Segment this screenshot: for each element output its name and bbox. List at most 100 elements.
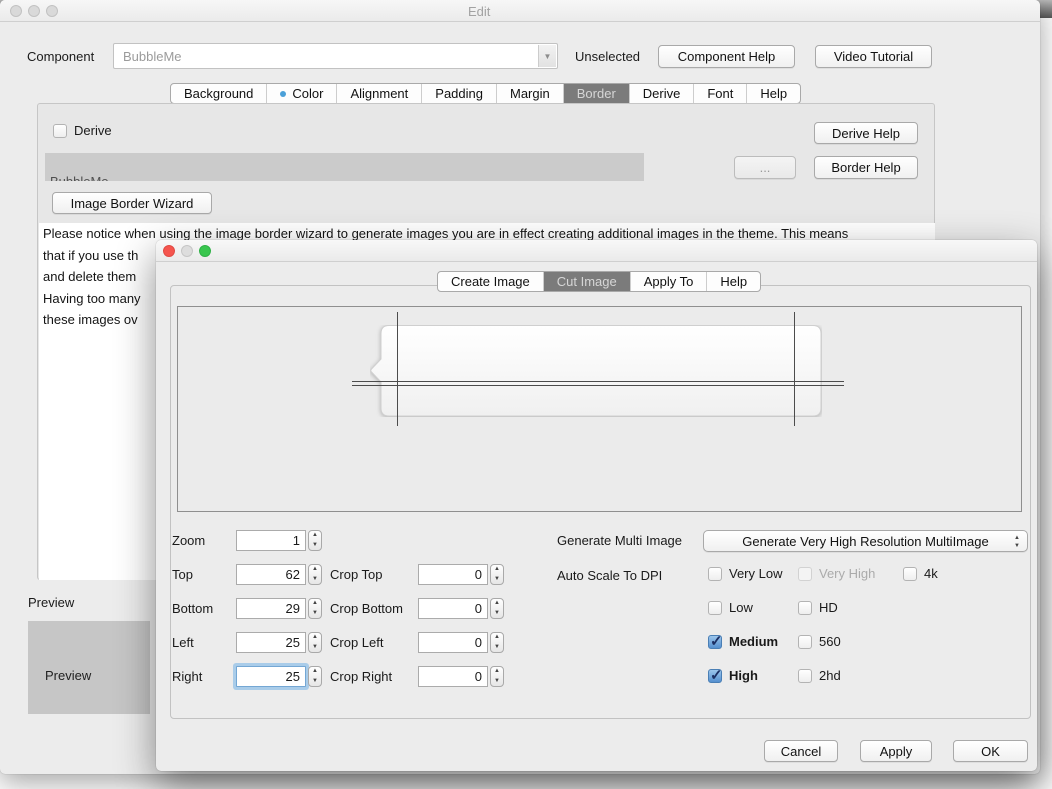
checkbox-icon [798, 601, 812, 615]
chevron-down-icon[interactable]: ▼ [538, 45, 556, 67]
window-title: Edit [468, 4, 490, 19]
close-icon[interactable] [10, 5, 22, 17]
dpi-checkbox-medium[interactable]: Medium [708, 634, 778, 649]
close-icon[interactable] [163, 245, 175, 257]
component-help-button[interactable]: Component Help [658, 45, 795, 68]
component-value: BubbleMe [123, 49, 182, 64]
auto-scale-to-dpi-label: Auto Scale To DPI [557, 568, 662, 583]
tab-cut-image[interactable]: Cut Image [543, 272, 630, 291]
zoom-stepper[interactable]: ▲▼ [308, 530, 322, 551]
tab-apply-to[interactable]: Apply To [630, 272, 707, 291]
crop-left-stepper[interactable]: ▲▼ [490, 632, 504, 653]
image-border-wizard-button[interactable]: Image Border Wizard [52, 192, 212, 214]
checkbox-icon [708, 567, 722, 581]
border-help-button[interactable]: Border Help [814, 156, 918, 179]
tab-derive[interactable]: Derive [629, 84, 694, 103]
left-input[interactable]: 25 [236, 632, 306, 653]
crop-top-input[interactable]: 0 [418, 564, 488, 585]
checkbox-icon [53, 124, 67, 138]
video-tutorial-button[interactable]: Video Tutorial [815, 45, 932, 68]
tab-help[interactable]: Help [706, 272, 760, 291]
generate-multi-image-select[interactable]: Generate Very High Resolution MultiImage… [703, 530, 1028, 552]
tab-create-image[interactable]: Create Image [438, 272, 543, 291]
preview-label: Preview [28, 595, 74, 610]
dpi-checkbox-very-high: Very High [798, 566, 875, 581]
crop-top-stepper[interactable]: ▲▼ [490, 564, 504, 585]
speech-bubble-image [370, 325, 822, 417]
checkbox-icon [708, 601, 722, 615]
dpi-checkbox-high[interactable]: High [708, 668, 758, 683]
checkbox-checked-icon [708, 669, 722, 683]
crop-guide-bottom[interactable] [352, 385, 844, 386]
component-preview: Preview [28, 621, 150, 714]
dpi-checkbox-4k[interactable]: 4k [903, 566, 938, 581]
cancel-button[interactable]: Cancel [764, 740, 838, 762]
border-image-field-text: BubbleMe [50, 174, 109, 181]
derive-checkbox[interactable]: Derive [53, 123, 112, 138]
left-label: Left [172, 635, 194, 650]
color-dot-icon [280, 91, 286, 97]
crop-bottom-label: Crop Bottom [330, 601, 403, 616]
tab-margin[interactable]: Margin [496, 84, 563, 103]
top-label: Top [172, 567, 193, 582]
crop-bottom-stepper[interactable]: ▲▼ [490, 598, 504, 619]
crop-top-label: Crop Top [330, 567, 383, 582]
checkbox-icon [798, 635, 812, 649]
tab-font[interactable]: Font [693, 84, 746, 103]
zoom-icon[interactable] [46, 5, 58, 17]
dpi-checkbox-low[interactable]: Low [708, 600, 753, 615]
unselected-status: Unselected [575, 49, 640, 64]
border-image-field[interactable]: BubbleMe [45, 153, 644, 181]
tab-color[interactable]: Color [266, 84, 336, 103]
dpi-checkbox-560[interactable]: 560 [798, 634, 841, 649]
zoom-label: Zoom [172, 533, 205, 548]
bottom-label: Bottom [172, 601, 213, 616]
derive-help-button[interactable]: Derive Help [814, 122, 918, 144]
crop-bottom-input[interactable]: 0 [418, 598, 488, 619]
zoom-input[interactable]: 1 [236, 530, 306, 551]
dpi-checkbox-very-low[interactable]: Very Low [708, 566, 782, 581]
left-stepper[interactable]: ▲▼ [308, 632, 322, 653]
right-input[interactable]: 25 [236, 666, 306, 687]
minimize-icon[interactable] [28, 5, 40, 17]
checkbox-icon [798, 669, 812, 683]
right-label: Right [172, 669, 202, 684]
checkbox-icon [903, 567, 917, 581]
popup-arrows-icon: ▲▼ [1014, 534, 1020, 550]
wizard-tabbar: Create Image Cut Image Apply To Help [437, 271, 761, 292]
dpi-checkbox-2hd[interactable]: 2hd [798, 668, 841, 683]
bottom-stepper[interactable]: ▲▼ [308, 598, 322, 619]
top-stepper[interactable]: ▲▼ [308, 564, 322, 585]
edit-tabbar: Background Color Alignment Padding Margi… [170, 83, 801, 104]
checkbox-icon [798, 567, 812, 581]
tab-help[interactable]: Help [746, 84, 800, 103]
crop-guide-left[interactable] [397, 312, 398, 426]
apply-button[interactable]: Apply [860, 740, 932, 762]
generate-multi-image-label: Generate Multi Image [557, 533, 682, 548]
ok-button[interactable]: OK [953, 740, 1028, 762]
minimize-icon[interactable] [181, 245, 193, 257]
checkbox-checked-icon [708, 635, 722, 649]
zoom-icon[interactable] [199, 245, 211, 257]
bottom-input[interactable]: 29 [236, 598, 306, 619]
top-input[interactable]: 62 [236, 564, 306, 585]
crop-left-label: Crop Left [330, 635, 383, 650]
crop-left-input[interactable]: 0 [418, 632, 488, 653]
dpi-checkbox-hd[interactable]: HD [798, 600, 838, 615]
wizard-titlebar[interactable] [156, 240, 1037, 262]
tab-border[interactable]: Border [563, 84, 629, 103]
ellipsis-button[interactable]: ... [734, 156, 796, 179]
tab-padding[interactable]: Padding [421, 84, 496, 103]
right-stepper[interactable]: ▲▼ [308, 666, 322, 687]
image-border-wizard-dialog: Create Image Cut Image Apply To Help Zoo… [156, 240, 1037, 771]
crop-right-label: Crop Right [330, 669, 392, 684]
crop-right-input[interactable]: 0 [418, 666, 488, 687]
crop-guide-right[interactable] [794, 312, 795, 426]
cut-image-preview [177, 306, 1022, 512]
edit-dialog-titlebar[interactable]: Edit [0, 0, 1040, 22]
component-combobox[interactable]: BubbleMe ▼ [113, 43, 558, 69]
tab-background[interactable]: Background [171, 84, 266, 103]
crop-right-stepper[interactable]: ▲▼ [490, 666, 504, 687]
crop-guide-top[interactable] [352, 381, 844, 382]
tab-alignment[interactable]: Alignment [336, 84, 421, 103]
